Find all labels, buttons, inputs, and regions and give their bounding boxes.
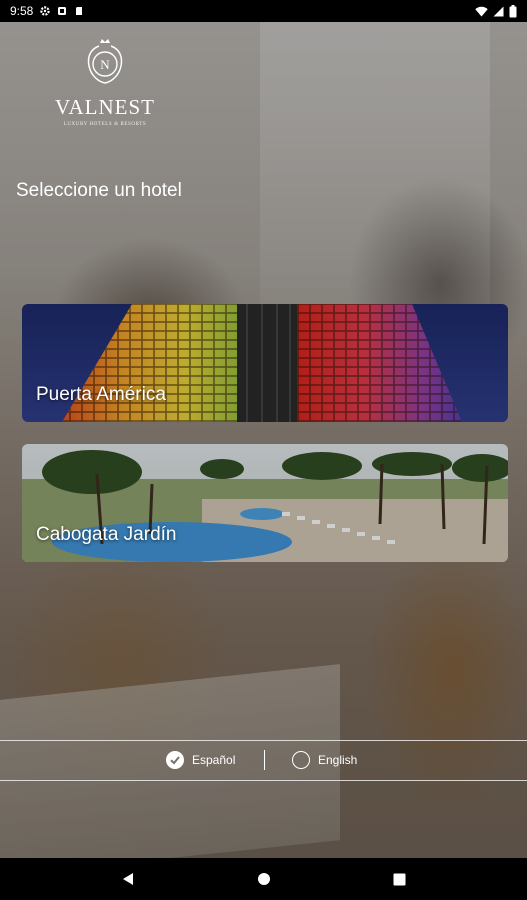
language-option-english[interactable]: English	[292, 751, 357, 769]
sd-card-icon	[76, 7, 83, 15]
crest-letter: N	[100, 57, 110, 72]
recents-button[interactable]	[392, 871, 408, 887]
language-option-espanol[interactable]: Español	[166, 751, 235, 769]
brand-tagline: LUXURY HOTELS & RESORTS	[63, 122, 147, 127]
signal-icon	[493, 6, 504, 16]
background-photo: N VALNEST LUXURY HOTELS & RESORTS Selecc…	[0, 22, 527, 858]
language-label-english: English	[318, 753, 358, 767]
background-overlay	[0, 22, 527, 858]
language-label-espanol: Español	[192, 753, 236, 767]
recents-icon	[393, 873, 406, 885]
hotel-card-puerta-america[interactable]: Puerta América	[22, 304, 508, 422]
crest-icon: N	[87, 39, 123, 84]
page-title: Seleccione un hotel	[16, 180, 182, 201]
language-bar-bottom-divider	[0, 780, 527, 781]
back-icon	[122, 873, 133, 885]
status-bar: 9:58	[0, 0, 527, 22]
hotel-name-puerta-america: Puerta América	[36, 384, 166, 405]
system-nav-bar	[0, 858, 527, 900]
radio-unchecked-icon	[292, 751, 310, 769]
brand-logo: N VALNEST LUXURY HOTELS & RESORTS	[40, 36, 170, 127]
language-bar-top-divider	[0, 740, 527, 741]
brand-name: VALNEST	[55, 95, 155, 119]
battery-icon	[509, 4, 517, 17]
status-time: 9:58	[10, 4, 34, 18]
hotel-name-cabogata-jardin: Cabogata Jardín	[36, 524, 177, 545]
home-button[interactable]	[256, 871, 272, 887]
home-icon	[257, 873, 270, 885]
back-button[interactable]	[120, 871, 136, 887]
wifi-icon	[475, 6, 488, 16]
language-separator	[264, 750, 265, 770]
check-icon	[166, 751, 184, 769]
settings-icon	[40, 6, 51, 16]
hotel-card-cabogata-jardin[interactable]: Cabogata Jardín	[22, 444, 508, 562]
app-icon	[58, 7, 67, 15]
